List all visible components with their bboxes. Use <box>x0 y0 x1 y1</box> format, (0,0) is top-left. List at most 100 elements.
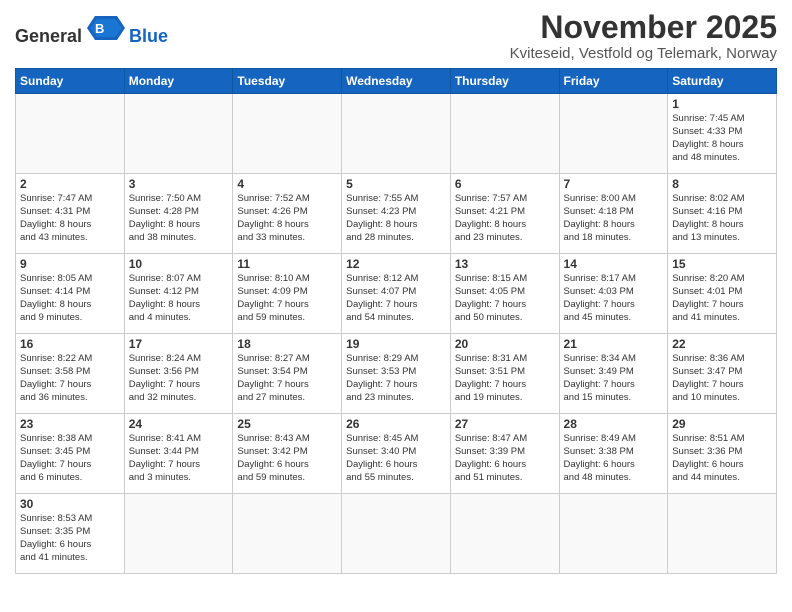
weekday-header-saturday: Saturday <box>668 69 777 94</box>
calendar-cell <box>668 494 777 574</box>
calendar-cell <box>16 94 125 174</box>
day-number: 30 <box>20 497 120 511</box>
calendar-cell: 22Sunrise: 8:36 AM Sunset: 3:47 PM Dayli… <box>668 334 777 414</box>
weekday-header-monday: Monday <box>124 69 233 94</box>
logo-icon: B <box>87 14 125 42</box>
calendar-cell: 13 Sunrise: 8:15 AM Sunset: 4:05 PM Dayli… <box>450 254 559 334</box>
calendar-cell <box>342 494 451 574</box>
day-number: 9 <box>20 257 120 271</box>
weekday-header-thursday: Thursday <box>450 69 559 94</box>
day-info: Sunrise: 8:51 AM Sunset: 3:36 PM Dayligh… <box>672 433 772 484</box>
day-number: 3 <box>129 177 229 191</box>
calendar-cell: 18 Sunrise: 8:27 AM Sunset: 3:54 PM Dayli… <box>233 334 342 414</box>
calendar-cell: 29 Sunrise: 8:51 AM Sunset: 3:36 PM Dayli… <box>668 414 777 494</box>
day-number: 29 <box>672 417 772 431</box>
day-number: 4 <box>237 177 337 191</box>
day-info: Sunrise: 8:20 AM Sunset: 4:01 PM Dayligh… <box>672 273 772 324</box>
day-number: 13 <box>455 257 555 271</box>
day-info: Sunrise: 8:02 AM Sunset: 4:16 PM Dayligh… <box>672 193 772 244</box>
weekday-header-tuesday: Tuesday <box>233 69 342 94</box>
calendar-cell <box>559 494 668 574</box>
calendar-cell: 2Sunrise: 7:47 AM Sunset: 4:31 PM Daylig… <box>16 174 125 254</box>
day-info: Sunrise: 8:27 AM Sunset: 3:54 PM Dayligh… <box>237 353 337 404</box>
day-number: 27 <box>455 417 555 431</box>
svg-text:B: B <box>95 21 104 36</box>
day-number: 18 <box>237 337 337 351</box>
week-row-4: 23Sunrise: 8:38 AM Sunset: 3:45 PM Dayli… <box>16 414 777 494</box>
day-number: 2 <box>20 177 120 191</box>
calendar-cell: 23Sunrise: 8:38 AM Sunset: 3:45 PM Dayli… <box>16 414 125 494</box>
calendar-cell: 27 Sunrise: 8:47 AM Sunset: 3:39 PM Dayli… <box>450 414 559 494</box>
logo-general: General <box>15 26 82 46</box>
day-info: Sunrise: 8:07 AM Sunset: 4:12 PM Dayligh… <box>129 273 229 324</box>
day-number: 24 <box>129 417 229 431</box>
day-info: Sunrise: 8:15 AM Sunset: 4:05 PM Dayligh… <box>455 273 555 324</box>
weekday-header-friday: Friday <box>559 69 668 94</box>
day-number: 21 <box>564 337 664 351</box>
day-number: 6 <box>455 177 555 191</box>
calendar-table: SundayMondayTuesdayWednesdayThursdayFrid… <box>15 68 777 574</box>
day-number: 11 <box>237 257 337 271</box>
calendar-cell: 16 Sunrise: 8:22 AM Sunset: 3:58 PM Dayli… <box>16 334 125 414</box>
day-number: 1 <box>672 97 772 111</box>
calendar-cell: 1 Sunrise: 7:45 AM Sunset: 4:33 PM Daylig… <box>668 94 777 174</box>
day-number: 14 <box>564 257 664 271</box>
day-info: Sunrise: 8:12 AM Sunset: 4:07 PM Dayligh… <box>346 273 446 324</box>
calendar-cell: 5 Sunrise: 7:55 AM Sunset: 4:23 PM Daylig… <box>342 174 451 254</box>
day-number: 15 <box>672 257 772 271</box>
day-number: 28 <box>564 417 664 431</box>
day-info: Sunrise: 8:22 AM Sunset: 3:58 PM Dayligh… <box>20 353 120 404</box>
day-info: Sunrise: 8:00 AM Sunset: 4:18 PM Dayligh… <box>564 193 664 244</box>
day-info: Sunrise: 8:43 AM Sunset: 3:42 PM Dayligh… <box>237 433 337 484</box>
calendar-cell <box>342 94 451 174</box>
day-info: Sunrise: 8:38 AM Sunset: 3:45 PM Dayligh… <box>20 433 120 484</box>
calendar-cell: 20Sunrise: 8:31 AM Sunset: 3:51 PM Dayli… <box>450 334 559 414</box>
calendar-cell <box>450 94 559 174</box>
calendar-cell: 19 Sunrise: 8:29 AM Sunset: 3:53 PM Dayli… <box>342 334 451 414</box>
weekday-header-sunday: Sunday <box>16 69 125 94</box>
calendar-cell: 10 Sunrise: 8:07 AM Sunset: 4:12 PM Dayli… <box>124 254 233 334</box>
calendar-cell: 6 Sunrise: 7:57 AM Sunset: 4:21 PM Daylig… <box>450 174 559 254</box>
day-number: 8 <box>672 177 772 191</box>
calendar-cell: 7Sunrise: 8:00 AM Sunset: 4:18 PM Daylig… <box>559 174 668 254</box>
calendar-cell: 4 Sunrise: 7:52 AM Sunset: 4:26 PM Daylig… <box>233 174 342 254</box>
logo-wordmark: General B Blue <box>15 14 168 47</box>
month-title: November 2025 <box>510 10 777 45</box>
day-info: Sunrise: 8:29 AM Sunset: 3:53 PM Dayligh… <box>346 353 446 404</box>
day-info: Sunrise: 8:47 AM Sunset: 3:39 PM Dayligh… <box>455 433 555 484</box>
day-info: Sunrise: 7:45 AM Sunset: 4:33 PM Dayligh… <box>672 113 772 164</box>
calendar-cell <box>233 94 342 174</box>
calendar-cell: 11Sunrise: 8:10 AM Sunset: 4:09 PM Dayli… <box>233 254 342 334</box>
day-info: Sunrise: 8:17 AM Sunset: 4:03 PM Dayligh… <box>564 273 664 324</box>
day-number: 25 <box>237 417 337 431</box>
week-row-3: 16 Sunrise: 8:22 AM Sunset: 3:58 PM Dayli… <box>16 334 777 414</box>
calendar-cell: 25 Sunrise: 8:43 AM Sunset: 3:42 PM Dayli… <box>233 414 342 494</box>
logo: General B Blue <box>15 14 168 47</box>
page-header: General B Blue November 2025 Kviteseid, … <box>15 10 777 62</box>
day-info: Sunrise: 8:53 AM Sunset: 3:35 PM Dayligh… <box>20 513 120 564</box>
day-number: 20 <box>455 337 555 351</box>
title-area: November 2025 Kviteseid, Vestfold og Tel… <box>510 10 777 62</box>
location-subtitle: Kviteseid, Vestfold og Telemark, Norway <box>510 45 777 62</box>
day-info: Sunrise: 7:55 AM Sunset: 4:23 PM Dayligh… <box>346 193 446 244</box>
calendar-cell: 17Sunrise: 8:24 AM Sunset: 3:56 PM Dayli… <box>124 334 233 414</box>
calendar-cell: 14 Sunrise: 8:17 AM Sunset: 4:03 PM Dayli… <box>559 254 668 334</box>
calendar-cell <box>233 494 342 574</box>
week-row-0: 1 Sunrise: 7:45 AM Sunset: 4:33 PM Daylig… <box>16 94 777 174</box>
day-info: Sunrise: 7:52 AM Sunset: 4:26 PM Dayligh… <box>237 193 337 244</box>
day-number: 12 <box>346 257 446 271</box>
calendar-cell: 12 Sunrise: 8:12 AM Sunset: 4:07 PM Dayli… <box>342 254 451 334</box>
calendar-cell: 15 Sunrise: 8:20 AM Sunset: 4:01 PM Dayli… <box>668 254 777 334</box>
day-number: 10 <box>129 257 229 271</box>
day-info: Sunrise: 7:57 AM Sunset: 4:21 PM Dayligh… <box>455 193 555 244</box>
day-info: Sunrise: 8:05 AM Sunset: 4:14 PM Dayligh… <box>20 273 120 324</box>
day-number: 19 <box>346 337 446 351</box>
weekday-header-row: SundayMondayTuesdayWednesdayThursdayFrid… <box>16 69 777 94</box>
calendar-cell: 3Sunrise: 7:50 AM Sunset: 4:28 PM Daylig… <box>124 174 233 254</box>
calendar-cell: 9 Sunrise: 8:05 AM Sunset: 4:14 PM Daylig… <box>16 254 125 334</box>
calendar-cell <box>124 494 233 574</box>
day-number: 5 <box>346 177 446 191</box>
week-row-5: 30 Sunrise: 8:53 AM Sunset: 3:35 PM Dayli… <box>16 494 777 574</box>
day-number: 16 <box>20 337 120 351</box>
day-number: 17 <box>129 337 229 351</box>
